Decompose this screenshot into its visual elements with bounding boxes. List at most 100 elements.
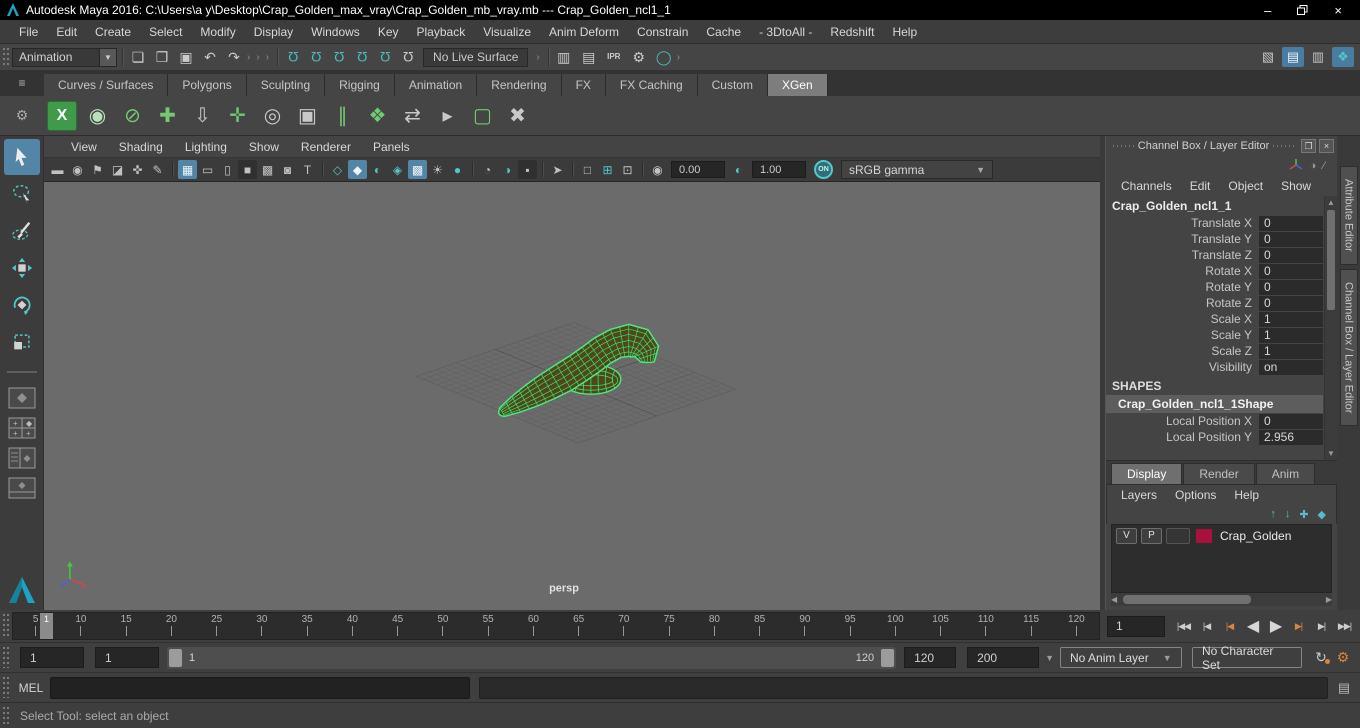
layer-editor-menu-layers[interactable]: Layers <box>1112 488 1166 502</box>
new-scene-icon[interactable]: ❏ <box>128 50 148 64</box>
scroll-up-icon[interactable]: ▲ <box>1325 198 1337 207</box>
viewport-3d-view[interactable]: persp <box>44 182 1100 608</box>
maya-logo-icon[interactable] <box>7 577 37 606</box>
layer-visibility-toggle[interactable]: V <box>1116 527 1137 544</box>
timeline-tick[interactable]: 65 <box>556 613 601 639</box>
channel-value-field[interactable]: 0 <box>1259 231 1323 247</box>
group-expander-icon[interactable]: › <box>263 52 272 63</box>
layer-row[interactable]: V P Crap_Golden <box>1112 525 1331 546</box>
channel-label[interactable]: Translate X <box>1191 216 1259 230</box>
shelf-menu-icon[interactable]: ≡ <box>0 70 44 96</box>
channel-label[interactable]: Translate Y <box>1191 232 1259 246</box>
shelf-tab-xgen[interactable]: XGen <box>767 74 828 96</box>
layer-playback-toggle[interactable]: P <box>1141 527 1162 544</box>
shelf-tab-rigging[interactable]: Rigging <box>325 74 395 96</box>
animation-end-field[interactable]: 200 <box>967 647 1040 668</box>
group-expander-icon[interactable]: › <box>674 52 683 63</box>
panel-menu-shading[interactable]: Shading <box>108 140 174 154</box>
menu-constrain[interactable]: Constrain <box>628 25 697 39</box>
timeline-tick[interactable]: 55 <box>466 613 511 639</box>
step-back-key-button[interactable]: |◀ <box>1218 615 1241 637</box>
timeline-tick[interactable]: 100 <box>873 613 918 639</box>
float-panel-icon[interactable]: ❐ <box>1301 139 1316 153</box>
auto-keyframe-toggle-icon[interactable]: ↻ <box>1310 649 1332 666</box>
gamma-field[interactable]: 1.00 <box>752 161 806 178</box>
shelf-gear-icon[interactable]: ⚙ <box>0 107 44 124</box>
menu-visualize[interactable]: Visualize <box>474 25 540 39</box>
manipulator-axis-icon[interactable] <box>1288 158 1303 174</box>
close-button[interactable]: × <box>1334 4 1342 17</box>
speed-slow-icon[interactable]: ◑ <box>1310 160 1317 172</box>
play-forwards-button[interactable]: ▶ <box>1264 615 1287 637</box>
attribute-editor-toggle-icon[interactable]: ❖ <box>1332 47 1354 67</box>
layer-list-hscrollbar[interactable]: ◀ ▶ <box>1111 593 1332 606</box>
group-expander-icon[interactable]: › <box>244 52 253 63</box>
channel-label[interactable]: Rotate Z <box>1206 296 1259 310</box>
timeline-tick[interactable]: 20 <box>149 613 194 639</box>
playback-start-field[interactable]: 1 <box>95 647 159 668</box>
channel-value-field[interactable]: 1 <box>1259 311 1323 327</box>
timeline-tick[interactable]: 35 <box>285 613 330 639</box>
timeline-tick[interactable]: 85 <box>737 613 782 639</box>
channel-value-field[interactable]: 1 <box>1259 343 1323 359</box>
ipr-render-icon[interactable]: IPR <box>604 53 624 61</box>
shape-node-name[interactable]: Crap_Golden_ncl1_1Shape <box>1106 395 1323 413</box>
layout-single-pane-button[interactable] <box>7 385 37 411</box>
layer-display-type-toggle[interactable] <box>1166 527 1190 544</box>
timeline-tick[interactable]: 80 <box>692 613 737 639</box>
xgen-editor-icon[interactable]: X <box>47 100 77 131</box>
render-settings-icon[interactable]: ⚙ <box>629 50 649 64</box>
command-results-field[interactable] <box>479 676 1328 699</box>
menu-help[interactable]: Help <box>883 25 926 39</box>
channel-label[interactable]: Local Position X <box>1166 414 1259 428</box>
shelf-tab-rendering[interactable]: Rendering <box>477 74 562 96</box>
shelf-tab-fx-caching[interactable]: FX Caching <box>605 74 698 96</box>
current-frame-field[interactable]: 1 <box>1107 615 1165 637</box>
pt-bookmark-icon[interactable]: ⚑ <box>88 160 107 179</box>
tab-channel-box-layer-editor[interactable]: Channel Box / Layer Editor <box>1339 268 1358 427</box>
xgen-guide-display-icon[interactable]: ◎ <box>255 98 290 133</box>
render-current-frame-icon[interactable]: ▤ <box>579 50 599 64</box>
restore-button[interactable] <box>1297 4 1308 17</box>
xgen-selection-region-icon[interactable]: ▢ <box>465 98 500 133</box>
timeline-tick[interactable]: 40 <box>330 613 375 639</box>
pt-motion-blur-icon[interactable]: ◑ <box>498 160 517 179</box>
layer-name[interactable]: Crap_Golden <box>1216 529 1291 543</box>
rotate-tool-button[interactable] <box>4 287 40 323</box>
menu-set-arrow-icon[interactable]: ▼ <box>100 47 117 67</box>
pt-xray-icon[interactable]: □ <box>578 160 597 179</box>
group-expander-icon[interactable]: › <box>533 52 542 63</box>
move-layer-up-icon[interactable]: ↑ <box>1270 508 1276 520</box>
pt-grease-pencil-icon[interactable]: ✎ <box>148 160 167 179</box>
hyperbolic-icon[interactable]: ∕ <box>1323 160 1325 172</box>
channel-value-field[interactable]: 0 <box>1259 247 1323 263</box>
tab-attribute-editor[interactable]: Attribute Editor <box>1339 166 1358 265</box>
empty-layer-icon[interactable]: ✚ <box>1299 508 1308 521</box>
pt-resolution-gate-icon[interactable]: ▯ <box>218 160 237 179</box>
channel-value-field[interactable]: on <box>1259 359 1323 375</box>
xgen-delete-guides-icon[interactable]: ✖ <box>500 98 535 133</box>
scroll-right-icon[interactable]: ▶ <box>1326 595 1332 604</box>
menu-display[interactable]: Display <box>245 25 302 39</box>
menu-set-selector[interactable]: Animation <box>12 47 100 67</box>
animation-preferences-icon[interactable]: ⚙ <box>1332 649 1354 666</box>
layout-two-pane-button[interactable] <box>7 475 37 501</box>
character-set-selector[interactable]: No Character Set <box>1192 644 1302 672</box>
channel-label[interactable]: Scale X <box>1211 312 1259 326</box>
live-surface-field[interactable]: No Live Surface <box>423 47 529 67</box>
timeline-tick[interactable]: 60 <box>511 613 556 639</box>
move-tool-button[interactable] <box>4 250 40 286</box>
menu-modify[interactable]: Modify <box>191 25 244 39</box>
anim-layer-selector[interactable]: No Anim Layer ▼ <box>1060 647 1182 668</box>
channel-value-field[interactable]: 0 <box>1259 263 1323 279</box>
pt-image-plane-icon[interactable]: ◪ <box>108 160 127 179</box>
pt-camera-attributes-icon[interactable]: ◉ <box>68 160 87 179</box>
channel-value-field[interactable]: 0 <box>1259 215 1323 231</box>
timeline-tick[interactable]: 95 <box>828 613 873 639</box>
channel-box-toggle-icon[interactable]: ▤ <box>1282 47 1304 67</box>
xgen-disable-preview-icon[interactable]: ⊘ <box>115 98 150 133</box>
pt-xray-joints-icon[interactable]: ⊞ <box>598 160 617 179</box>
pt-grid-icon[interactable]: ▦ <box>178 160 197 179</box>
command-input-field[interactable] <box>50 676 470 699</box>
color-management-toggle[interactable]: ON <box>814 160 833 179</box>
